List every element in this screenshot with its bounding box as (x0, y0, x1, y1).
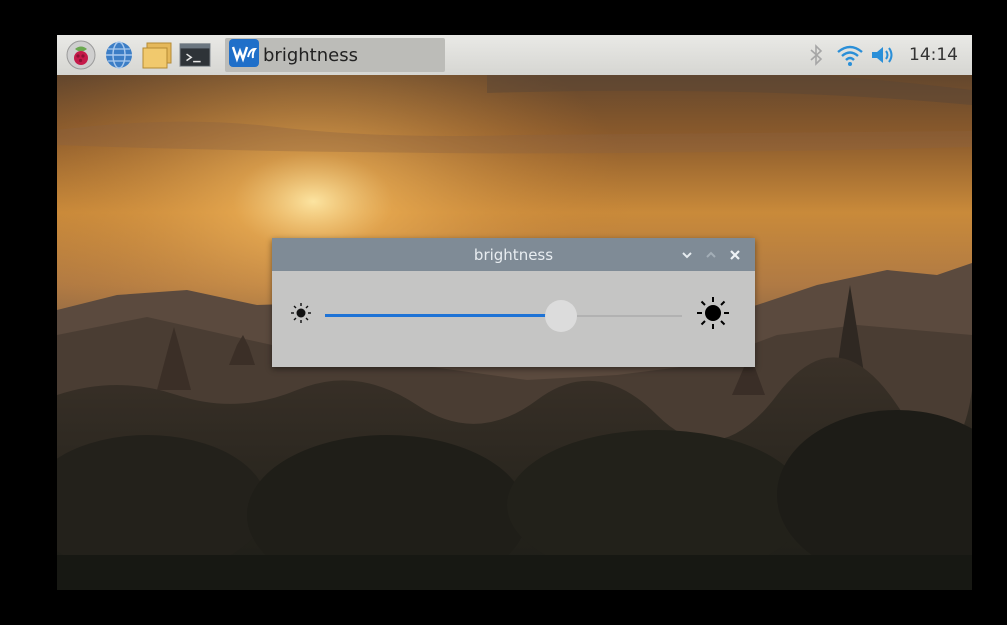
brightness-slider[interactable] (325, 300, 682, 332)
bluetooth-icon[interactable] (799, 35, 833, 75)
wifi-icon[interactable] (833, 35, 867, 75)
clock[interactable]: 14:14 (909, 45, 958, 65)
dialog-title: brightness (473, 245, 554, 264)
task-label: brightness (263, 44, 358, 66)
file-manager-icon[interactable] (141, 39, 173, 71)
dialog-titlebar[interactable]: brightness (272, 238, 755, 271)
taskbar: brightness 14:14 (57, 35, 972, 75)
window-controls (675, 238, 747, 271)
volume-icon[interactable] (867, 35, 901, 75)
desktop-screen: brightness 14:14 brightness (57, 35, 972, 590)
brightness-low-icon (289, 301, 313, 329)
brightness-dialog: brightness (272, 238, 755, 367)
minimize-icon[interactable] (675, 243, 699, 267)
close-icon[interactable] (723, 243, 747, 267)
web-browser-icon[interactable] (103, 39, 135, 71)
slider-handle[interactable] (544, 300, 577, 332)
terminal-icon[interactable] (179, 39, 211, 71)
slider-fill (325, 314, 561, 317)
raspberry-menu-icon[interactable] (65, 39, 97, 71)
maximize-icon[interactable] (699, 243, 723, 267)
taskbar-task-brightness[interactable]: brightness (225, 38, 445, 72)
waveshare-app-icon (229, 39, 259, 71)
brightness-high-icon (695, 295, 731, 335)
system-tray: 14:14 (799, 35, 972, 75)
brightness-slider-row (272, 271, 755, 367)
